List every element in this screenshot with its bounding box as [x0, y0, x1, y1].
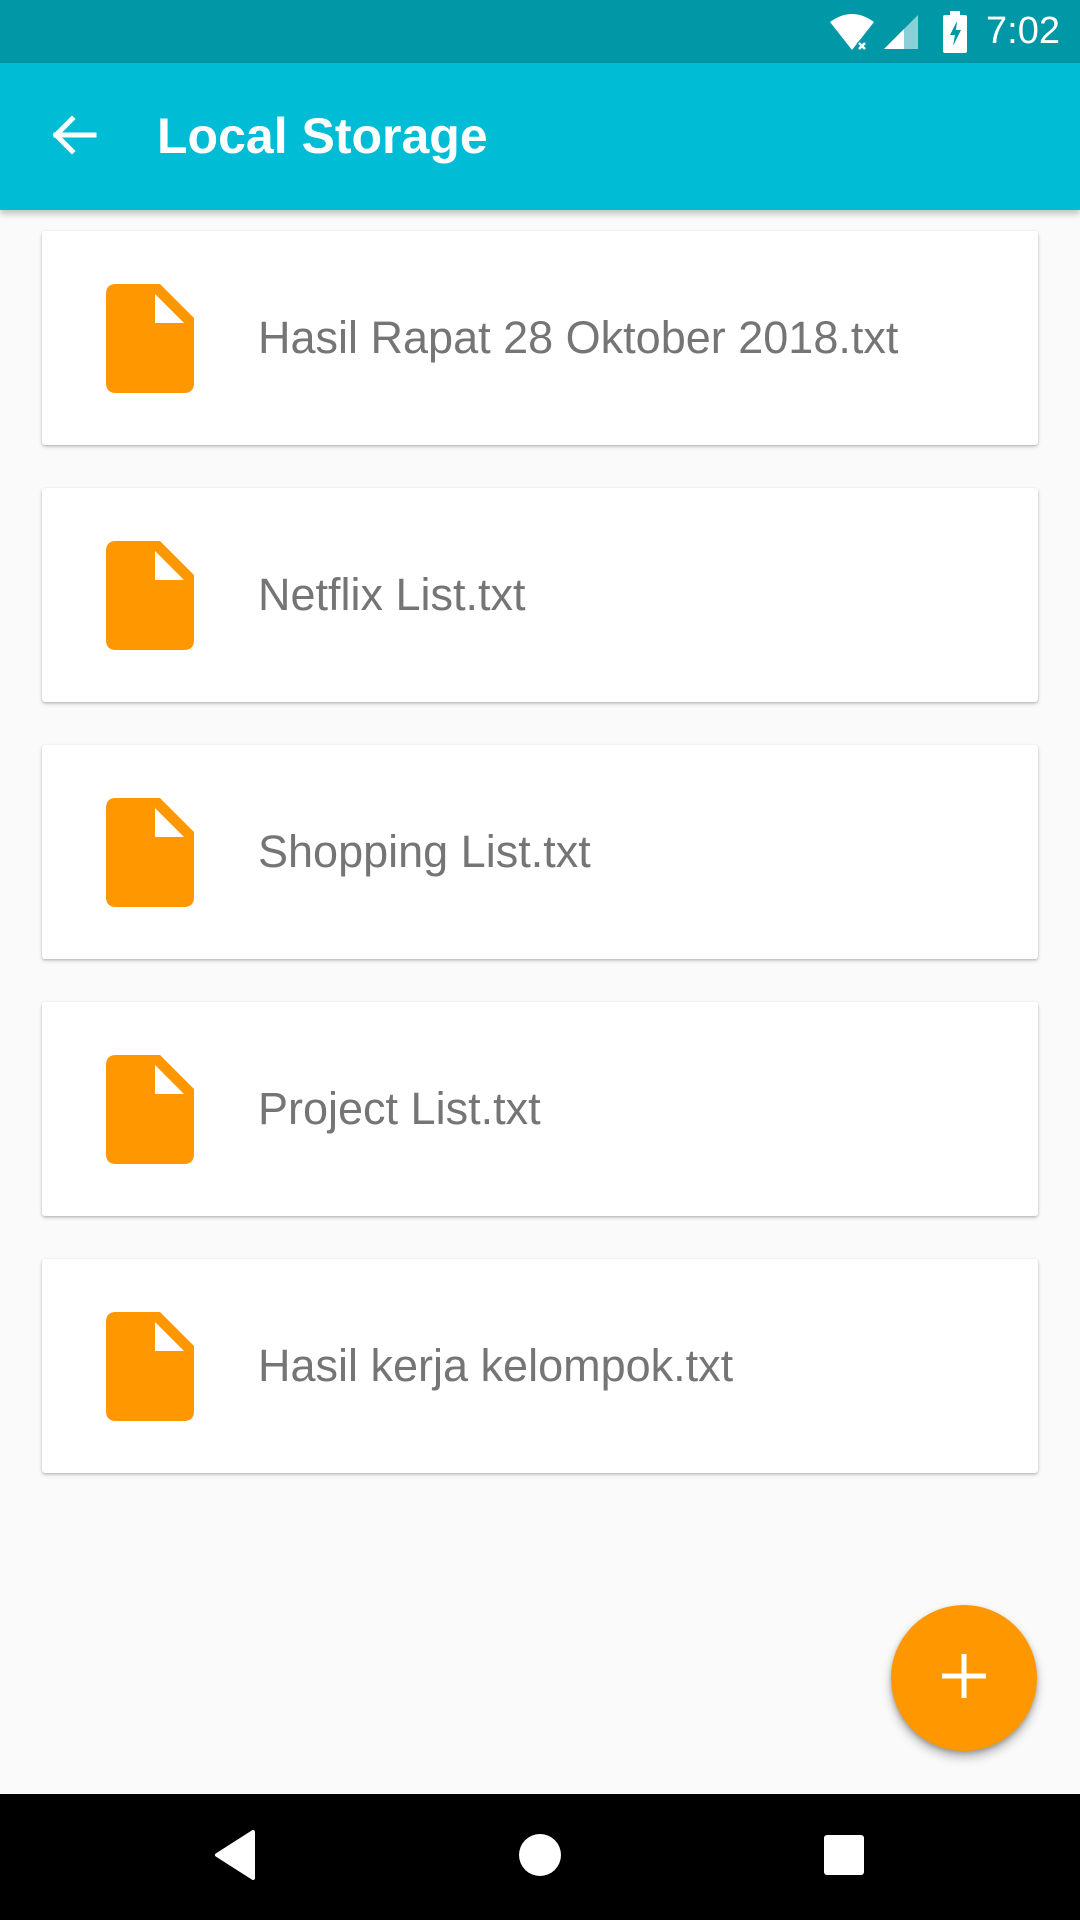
nav-back-button[interactable]: [165, 1794, 305, 1920]
file-icon: [106, 541, 194, 650]
home-circle-icon: [518, 1833, 562, 1882]
file-icon: [106, 1055, 194, 1164]
nav-recents-button[interactable]: [774, 1794, 914, 1920]
add-file-button[interactable]: [891, 1605, 1037, 1751]
back-button[interactable]: [30, 93, 118, 181]
file-list-item[interactable]: Project List.txt: [42, 1002, 1038, 1216]
file-list: Hasil Rapat 28 Oktober 2018.txt Netflix …: [42, 231, 1038, 1516]
file-name: Project List.txt: [258, 1083, 541, 1134]
wifi-icon: [828, 12, 876, 52]
signal-icon: [882, 13, 920, 51]
navigation-bar: [0, 1794, 1080, 1920]
recents-square-icon: [823, 1834, 865, 1881]
file-list-item[interactable]: Hasil Rapat 28 Oktober 2018.txt: [42, 231, 1038, 445]
file-list-item[interactable]: Hasil kerja kelompok.txt: [42, 1259, 1038, 1473]
file-icon: [106, 798, 194, 907]
plus-icon: [941, 1653, 987, 1703]
file-name: Shopping List.txt: [258, 826, 591, 877]
file-icon: [106, 1312, 194, 1421]
battery-icon: [942, 10, 968, 53]
file-list-item[interactable]: Netflix List.txt: [42, 488, 1038, 702]
arrow-back-icon: [50, 111, 98, 164]
status-time: 7:02: [986, 10, 1060, 52]
page-title: Local Storage: [157, 108, 488, 164]
status-bar: 7:02: [0, 0, 1080, 63]
nav-home-button[interactable]: [470, 1794, 610, 1920]
app-bar: Local Storage: [0, 63, 1080, 210]
file-list-item[interactable]: Shopping List.txt: [42, 745, 1038, 959]
file-name: Hasil Rapat 28 Oktober 2018.txt: [258, 312, 899, 363]
screen: 7:02 Local Storage Hasil Rapat 28 Oktobe…: [0, 0, 1080, 1920]
file-name: Netflix List.txt: [258, 569, 526, 620]
back-triangle-icon: [213, 1829, 257, 1885]
file-name: Hasil kerja kelompok.txt: [258, 1340, 734, 1391]
status-icons: 7:02: [828, 0, 1060, 63]
file-icon: [106, 284, 194, 393]
